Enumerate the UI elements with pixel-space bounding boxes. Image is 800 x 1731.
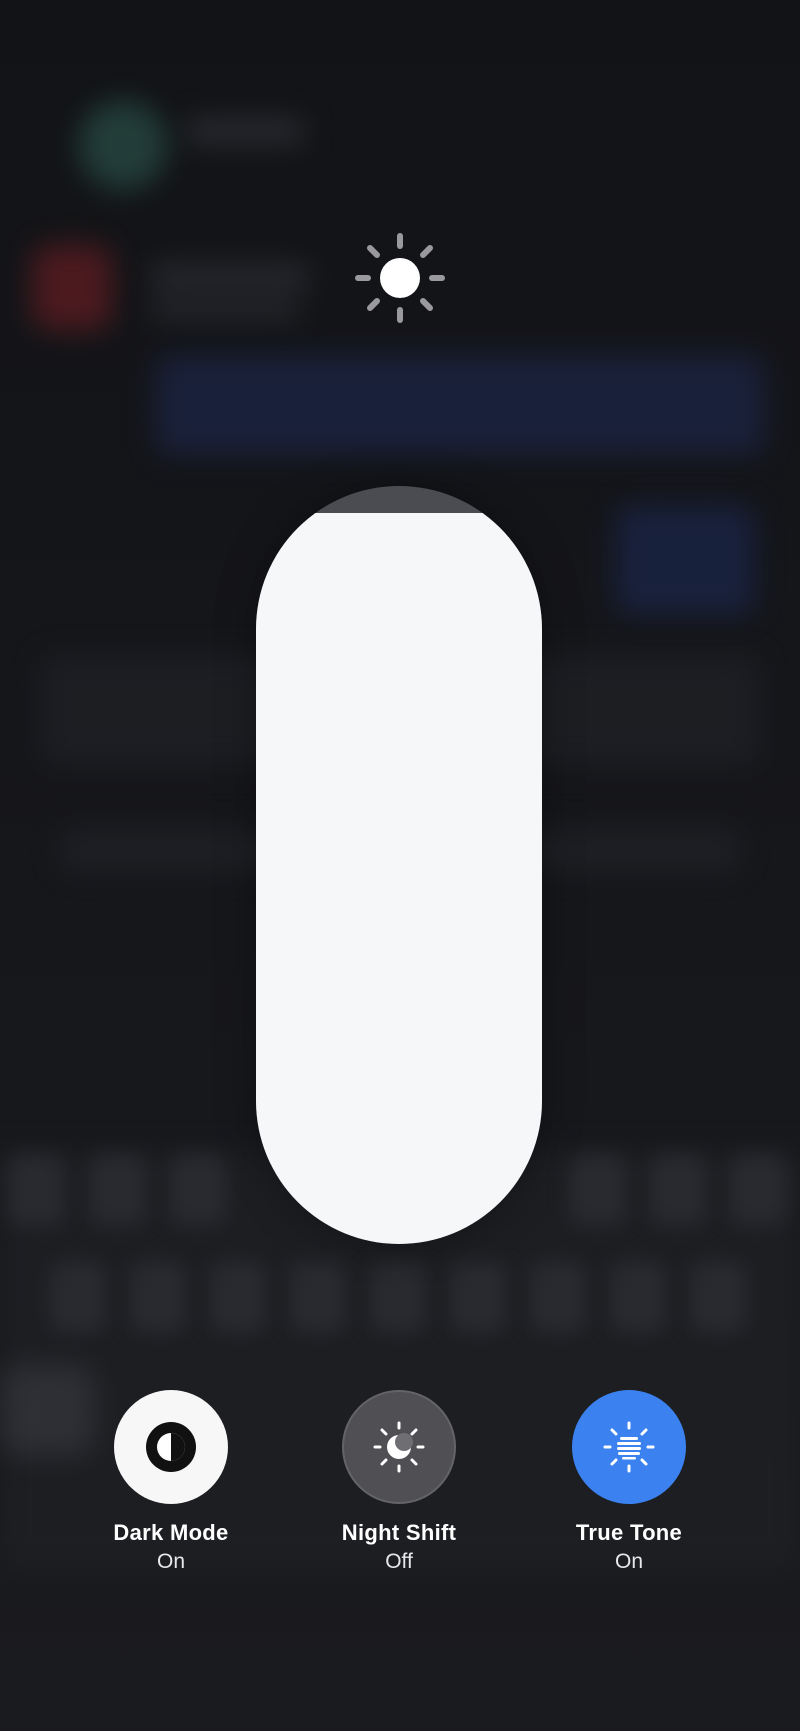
background-blur [130,1262,186,1332]
background-blur [290,1262,346,1332]
background-blur [170,1155,226,1225]
background-blur [370,1262,426,1332]
background-blur [150,298,300,320]
background-blur [90,1155,146,1225]
dark-mode-button[interactable] [114,1390,228,1504]
brightness-slider-fill [256,512,542,1244]
dark-mode-label: Dark Mode [113,1520,229,1545]
background-blur [155,355,765,455]
dark-mode-state: On [156,1550,185,1573]
background-blur [530,1262,586,1332]
true-tone-state: On [614,1550,643,1573]
background-blur [78,100,168,190]
background-blur [450,1262,506,1332]
background-blur [8,1155,64,1225]
background-blur [150,265,310,289]
dark-mode-control: Dark Mode On [76,1390,266,1574]
night-shift-control: Night Shift Off [304,1390,494,1574]
night-shift-button[interactable] [342,1390,456,1504]
background-blur [50,1262,106,1332]
sun-icon [355,233,445,323]
background-blur [570,1155,626,1225]
true-tone-control: True Tone On [534,1390,724,1574]
background-blur [185,118,305,144]
night-shift-label: Night Shift [341,1520,457,1545]
control-center-brightness-screen: Dark Mode On Night Shift Off True Tone O… [0,0,800,1731]
background-blur [610,1262,666,1332]
background-blur [690,1262,746,1332]
background-blur [615,505,755,615]
night-shift-state: Off [385,1550,413,1573]
background-blur [650,1155,706,1225]
true-tone-icon [603,1421,655,1473]
brightness-slider[interactable] [256,486,542,1244]
background-blur [210,1262,266,1332]
night-shift-icon [373,1421,425,1473]
background-blur [32,245,112,330]
dark-mode-icon [146,1422,196,1472]
true-tone-label: True Tone [575,1520,683,1545]
true-tone-button[interactable] [572,1390,686,1504]
background-blur [730,1155,786,1225]
